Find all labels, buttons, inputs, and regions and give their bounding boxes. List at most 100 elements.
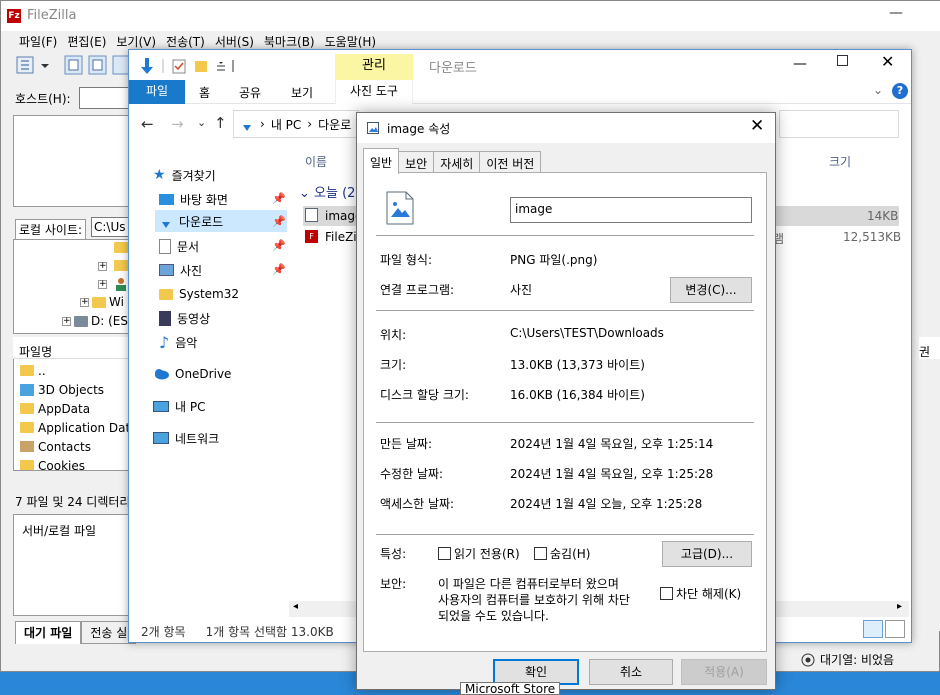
- scroll-right-icon[interactable]: ▸: [897, 601, 902, 612]
- column-permissions[interactable]: 권한: [919, 337, 940, 359]
- expand-icon[interactable]: +: [98, 262, 107, 271]
- nav-videos[interactable]: 동영상: [159, 307, 210, 329]
- local-site-path-input[interactable]: C:\Us: [91, 217, 133, 237]
- checkbox-box[interactable]: [660, 587, 673, 600]
- checkbox-box[interactable]: [534, 547, 547, 560]
- nav-music[interactable]: ♪ 음악: [159, 331, 197, 353]
- nav-onedrive[interactable]: OneDrive: [153, 363, 231, 385]
- large-icons-view-icon[interactable]: [885, 620, 905, 638]
- dialog-tabs: 일반 보안 자세히 이전 버전: [363, 148, 542, 174]
- tab-queued-files[interactable]: 대기 파일: [15, 621, 82, 644]
- apply-button[interactable]: 적용(A): [681, 659, 767, 685]
- tab-home[interactable]: 홈: [199, 84, 210, 101]
- tab-general[interactable]: 일반: [363, 148, 400, 174]
- divider: [376, 422, 754, 423]
- close-icon[interactable]: ✕: [881, 52, 894, 71]
- recent-locations-icon[interactable]: ⌄: [197, 116, 206, 129]
- 3d-objects-icon: [20, 383, 34, 396]
- checkbox-box[interactable]: [438, 547, 451, 560]
- tab-security[interactable]: 보안: [398, 151, 435, 173]
- nav-system32[interactable]: System32: [159, 283, 239, 305]
- document-icon: [159, 238, 171, 254]
- nav-network[interactable]: 네트워크: [153, 427, 219, 449]
- maximize-icon[interactable]: [837, 55, 848, 66]
- nav-desktop[interactable]: 바탕 화면: [159, 188, 228, 210]
- expand-icon[interactable]: +: [80, 297, 89, 307]
- queue-status: 대기열: 비었음: [801, 651, 894, 668]
- ribbon-expand-icon[interactable]: ⌄: [873, 83, 883, 97]
- menu-file[interactable]: 파일(F): [19, 33, 57, 51]
- details-view-icon[interactable]: [863, 620, 883, 638]
- list-item[interactable]: 3D Objects: [20, 380, 104, 399]
- navigation-pane: ★ 즐겨찾기 바탕 화면 📌 다운로드 📌 문서 📌 사진 📌 System32: [129, 150, 289, 610]
- tab-share[interactable]: 공유: [239, 84, 261, 101]
- tab-view[interactable]: 보기: [291, 84, 313, 101]
- queue-column-server-local[interactable]: 서버/로컬 파일: [22, 524, 96, 538]
- status-bar: 2개 항목 1개 항목 선택함 13.0KB: [141, 623, 334, 640]
- desktop-icon: [159, 193, 174, 205]
- group-label: 오늘 (2: [314, 186, 356, 201]
- tree-row[interactable]: + Wi: [80, 293, 124, 311]
- modified-label: 수정한 날짜:: [380, 467, 444, 481]
- nav-downloads[interactable]: 다운로드: [159, 210, 223, 232]
- list-item[interactable]: Application Data: [20, 418, 132, 437]
- minimize-icon[interactable]: —: [889, 5, 903, 21]
- advanced-button[interactable]: 고급(D)...: [662, 541, 752, 567]
- tab-file[interactable]: 파일: [129, 80, 185, 104]
- scroll-left-icon[interactable]: ◂: [293, 601, 298, 612]
- column-filename[interactable]: 파일명: [19, 345, 52, 359]
- tab-previous-versions[interactable]: 이전 버전: [479, 151, 542, 173]
- quick-access-toolbar[interactable]: [137, 56, 237, 76]
- breadcrumb-this-pc[interactable]: 내 PC: [271, 116, 301, 133]
- tab-details[interactable]: 자세히: [433, 151, 481, 173]
- change-button[interactable]: 변경(C)...: [670, 277, 752, 303]
- readonly-checkbox[interactable]: 읽기 전용(R): [438, 545, 520, 562]
- list-item[interactable]: Cookies: [20, 456, 85, 470]
- expand-icon[interactable]: +: [62, 316, 71, 326]
- files-header[interactable]: 파일명: [13, 337, 133, 359]
- breadcrumb-downloads[interactable]: 다운로: [318, 116, 351, 133]
- checkbox-label: 숨김(H): [550, 547, 591, 561]
- forward-arrow-icon[interactable]: →: [171, 115, 184, 133]
- host-input[interactable]: [79, 87, 131, 109]
- file-name: AppData: [38, 401, 91, 416]
- cancel-button[interactable]: 취소: [589, 659, 673, 685]
- folder-icon: [20, 403, 34, 414]
- search-box[interactable]: [779, 110, 899, 138]
- menu-edit[interactable]: 편집(E): [67, 33, 106, 51]
- computer-icon: [153, 400, 169, 412]
- divider: [376, 310, 754, 311]
- filename-input[interactable]: image: [510, 197, 752, 223]
- minimize-icon[interactable]: —: [793, 56, 807, 72]
- collapse-icon: ⌄: [299, 186, 315, 201]
- tab-picture-tools[interactable]: 사진 도구: [335, 80, 413, 104]
- unblock-checkbox[interactable]: 차단 해제(K): [660, 585, 741, 602]
- up-arrow-icon[interactable]: ↑: [214, 114, 227, 132]
- column-name[interactable]: 이름: [305, 153, 327, 170]
- nav-pictures[interactable]: 사진: [159, 259, 202, 281]
- tab-manage[interactable]: 관리: [335, 54, 413, 80]
- list-item[interactable]: AppData: [20, 399, 90, 418]
- nav-this-pc[interactable]: 내 PC: [153, 395, 205, 417]
- toolbar-icons[interactable]: [13, 53, 133, 77]
- nav-label: 즐겨찾기: [171, 168, 216, 183]
- list-item[interactable]: Contacts: [20, 437, 91, 456]
- location-value: C:\Users\TEST\Downloads: [510, 326, 664, 340]
- nav-documents[interactable]: 문서: [159, 235, 199, 257]
- back-arrow-icon[interactable]: ←: [141, 115, 154, 133]
- expand-icon[interactable]: +: [98, 280, 107, 289]
- queue-tabs: 대기 파일 전송 실: [15, 621, 137, 644]
- properties-dialog: image 속성 ✕ 일반 보안 자세히 이전 버전 image 파일 형식: …: [356, 112, 776, 690]
- open-with-value: 사진: [510, 283, 533, 297]
- tree-row[interactable]: + D: (ES: [62, 312, 128, 330]
- nav-quick-access[interactable]: ★ 즐겨찾기: [153, 164, 216, 186]
- close-icon[interactable]: ✕: [750, 116, 764, 136]
- group-header[interactable]: ⌄ 오늘 (2: [299, 182, 355, 201]
- list-item[interactable]: ..: [20, 361, 46, 380]
- address-bar[interactable]: › 내 PC › 다운로: [233, 110, 359, 138]
- hidden-checkbox[interactable]: 숨김(H): [534, 545, 590, 562]
- dialog-title: image 속성: [387, 122, 451, 136]
- column-size[interactable]: 크기: [829, 153, 851, 170]
- help-icon[interactable]: ?: [892, 83, 908, 99]
- local-status: 7 파일 및 24 디렉터리: [15, 495, 131, 509]
